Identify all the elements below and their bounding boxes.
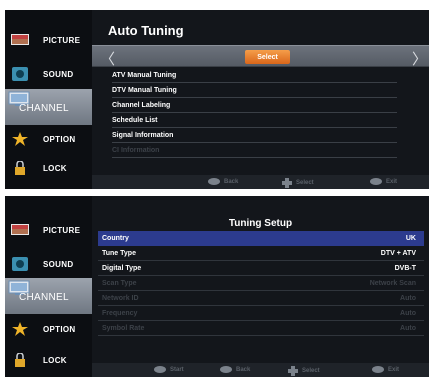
sidebar: PICTURE SOUND CHANNEL OPTION LOCK bbox=[5, 196, 92, 377]
setting-label: Network ID bbox=[102, 294, 139, 302]
start-hint-label: Start bbox=[170, 366, 184, 373]
menu-item-schedule-list[interactable]: Schedule List bbox=[112, 114, 397, 128]
option-icon bbox=[12, 322, 28, 336]
start-key-icon bbox=[154, 366, 166, 373]
setting-label: Tune Type bbox=[102, 249, 136, 257]
back-key-icon bbox=[220, 366, 232, 373]
back-hint: Back bbox=[208, 178, 238, 185]
exit-key-icon bbox=[372, 366, 384, 373]
setting-value: Auto bbox=[400, 324, 416, 332]
auto-tuning-panel: Auto Tuning 〈 Select 〉 ATV Manual Tuning… bbox=[92, 10, 429, 189]
sidebar-item-picture[interactable]: PICTURE bbox=[5, 220, 92, 240]
chevron-right-icon[interactable]: 〉 bbox=[412, 48, 427, 69]
sidebar-item-label: CHANNEL bbox=[19, 292, 69, 303]
page-title: Tuning Setup bbox=[228, 218, 293, 229]
select-hint: Select bbox=[282, 178, 314, 188]
menu-item-dtv-manual-tuning[interactable]: DTV Manual Tuning bbox=[112, 84, 397, 98]
dpad-icon bbox=[288, 366, 298, 376]
option-icon bbox=[12, 132, 28, 146]
setting-value: DTV + ATV bbox=[380, 249, 416, 257]
sidebar-item-sound[interactable]: SOUND bbox=[5, 64, 92, 84]
sidebar-item-option[interactable]: OPTION bbox=[5, 319, 92, 339]
footer-hints: Back Select Exit bbox=[92, 175, 429, 189]
sidebar-item-label: PICTURE bbox=[43, 35, 81, 45]
back-hint-label: Back bbox=[224, 178, 239, 185]
start-hint: Start bbox=[154, 366, 184, 373]
setting-value: Network Scan bbox=[369, 279, 416, 287]
select-hint-label: Select bbox=[302, 368, 320, 374]
sidebar-item-label: OPTION bbox=[43, 134, 76, 144]
sidebar-item-label: LOCK bbox=[43, 355, 67, 365]
auto-tuning-select-bar[interactable]: 〈 Select 〉 bbox=[92, 45, 429, 69]
sidebar-item-label: LOCK bbox=[43, 163, 67, 173]
setting-value: DVB-T bbox=[394, 264, 416, 272]
sidebar-item-lock[interactable]: LOCK bbox=[5, 158, 92, 178]
exit-hint: Exit bbox=[372, 366, 399, 373]
sidebar-item-sound[interactable]: SOUND bbox=[5, 254, 92, 274]
tuning-setup-screen: PICTURE SOUND CHANNEL OPTION LOCK Tuning… bbox=[5, 196, 429, 377]
setting-row-symbol-rate: Symbol Rate Auto bbox=[98, 321, 424, 336]
sound-icon bbox=[12, 257, 28, 271]
setting-label: Frequency bbox=[102, 309, 138, 317]
setting-label: Digital Type bbox=[102, 264, 142, 272]
setting-row-scan-type: Scan Type Network Scan bbox=[98, 276, 424, 291]
channel-menu-screen: PICTURE SOUND CHANNEL OPTION LOCK Auto T… bbox=[5, 10, 429, 189]
sidebar-item-option[interactable]: OPTION bbox=[5, 129, 92, 149]
back-hint-label: Back bbox=[236, 366, 251, 373]
menu-item-signal-information[interactable]: Signal Information bbox=[112, 129, 397, 143]
setting-value: Auto bbox=[400, 309, 416, 317]
sound-icon bbox=[12, 67, 28, 81]
setting-value: Auto bbox=[400, 294, 416, 302]
sidebar-item-label: CHANNEL bbox=[19, 103, 69, 114]
picture-icon bbox=[11, 224, 29, 235]
page-title: Auto Tuning bbox=[108, 23, 184, 38]
sidebar-item-picture[interactable]: PICTURE bbox=[5, 30, 92, 50]
lock-icon bbox=[15, 353, 25, 367]
lock-icon bbox=[15, 161, 25, 175]
picture-icon bbox=[11, 34, 29, 45]
sidebar-item-label: SOUND bbox=[43, 69, 74, 79]
back-hint: Back bbox=[220, 366, 250, 373]
back-key-icon bbox=[208, 178, 220, 185]
sidebar-item-label: OPTION bbox=[43, 324, 76, 334]
menu-item-ci-information: CI Information bbox=[112, 144, 397, 158]
footer-hints: Start Back Select Exit bbox=[92, 363, 429, 377]
setting-label: Symbol Rate bbox=[102, 324, 145, 332]
sidebar-item-channel[interactable]: CHANNEL bbox=[5, 89, 92, 125]
setting-row-country[interactable]: Country UK bbox=[98, 231, 424, 246]
tuning-setup-panel: Tuning Setup Country UK Tune Type DTV + … bbox=[92, 196, 429, 377]
sidebar-item-label: SOUND bbox=[43, 259, 74, 269]
menu-item-channel-labeling[interactable]: Channel Labeling bbox=[112, 99, 397, 113]
sidebar-item-lock[interactable]: LOCK bbox=[5, 350, 92, 370]
menu-item-atv-manual-tuning[interactable]: ATV Manual Tuning bbox=[112, 69, 397, 83]
setting-row-tune-type[interactable]: Tune Type DTV + ATV bbox=[98, 246, 424, 261]
dpad-icon bbox=[282, 178, 292, 188]
exit-hint-label: Exit bbox=[386, 178, 398, 185]
exit-key-icon bbox=[370, 178, 382, 185]
chevron-left-icon[interactable]: 〈 bbox=[100, 48, 115, 69]
select-button[interactable]: Select bbox=[245, 50, 290, 64]
setting-row-frequency: Frequency Auto bbox=[98, 306, 424, 321]
sidebar-item-channel[interactable]: CHANNEL bbox=[5, 278, 92, 314]
exit-hint: Exit bbox=[370, 178, 397, 185]
sidebar-item-label: PICTURE bbox=[43, 225, 81, 235]
setting-value: UK bbox=[405, 235, 416, 242]
setting-label: Scan Type bbox=[102, 279, 137, 287]
select-hint-label: Select bbox=[296, 180, 314, 186]
exit-hint-label: Exit bbox=[388, 366, 400, 373]
setting-row-network-id: Network ID Auto bbox=[98, 291, 424, 306]
setting-row-digital-type[interactable]: Digital Type DVB-T bbox=[98, 261, 424, 276]
select-hint: Select bbox=[288, 366, 320, 376]
setting-label: Country bbox=[102, 235, 129, 242]
sidebar: PICTURE SOUND CHANNEL OPTION LOCK bbox=[5, 10, 92, 189]
